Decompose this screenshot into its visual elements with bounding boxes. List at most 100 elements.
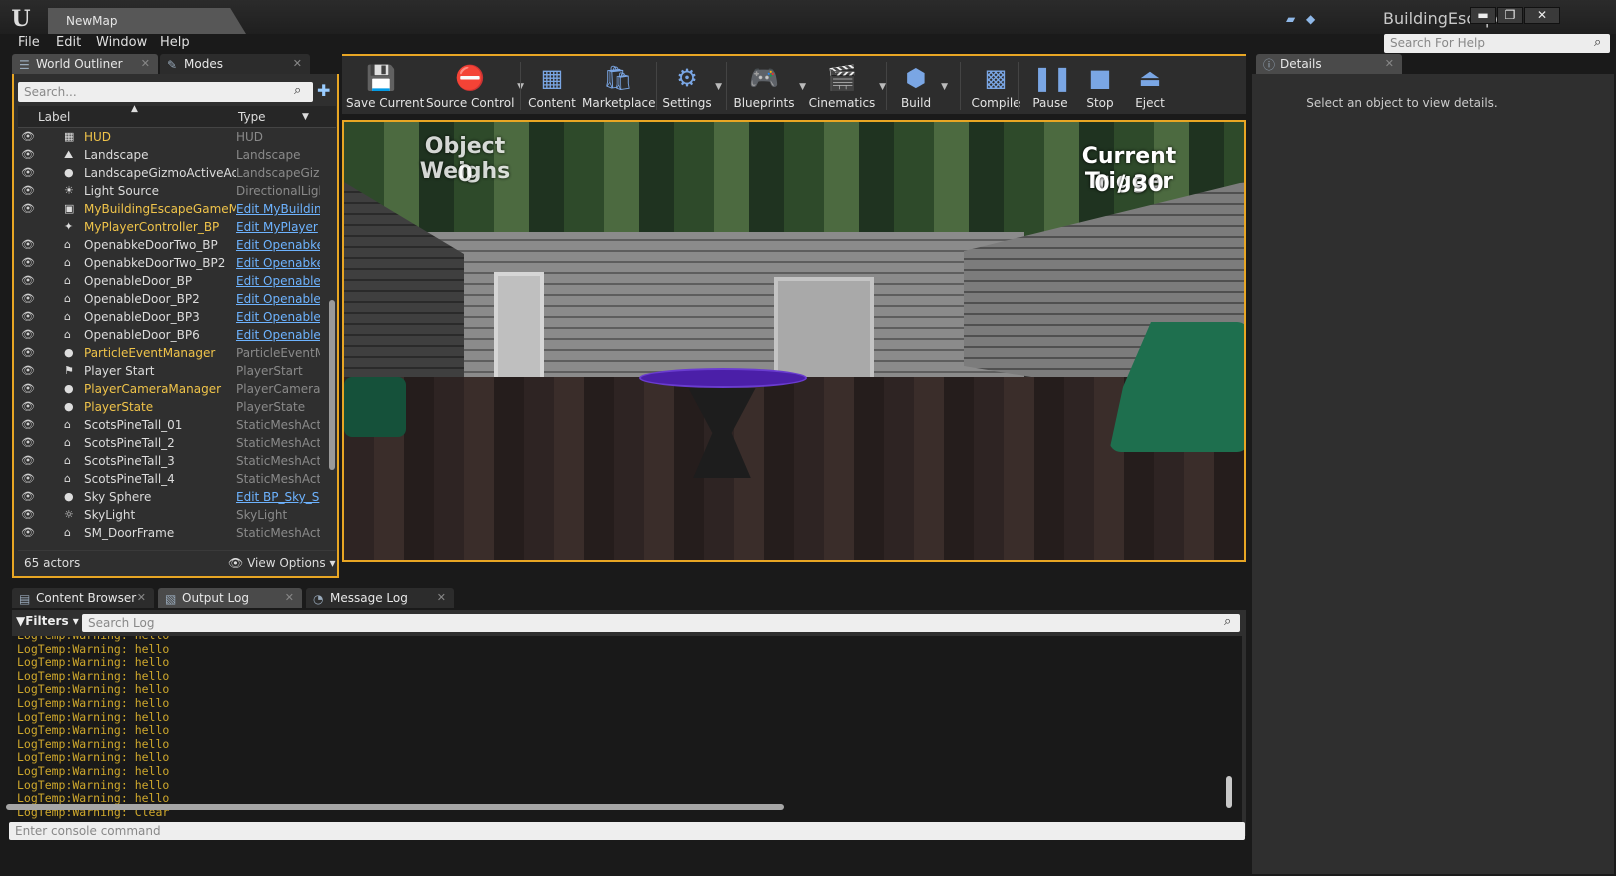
outliner-row[interactable]: 👁 ● Sky Sphere Edit BP_Sky_S [18, 488, 322, 506]
search-icon[interactable]: ⌕ [1594, 35, 1601, 50]
outliner-row[interactable]: 👁 ☼ SkyLight SkyLight [18, 506, 322, 524]
chat-icon[interactable]: ▰ [1286, 12, 1302, 26]
visibility-eye-icon[interactable]: 👁 [21, 434, 39, 452]
tab-world-outliner[interactable]: ☰ World Outliner ✕ [12, 54, 158, 74]
restore-button[interactable]: ❐ [1497, 7, 1523, 24]
marketplace-button[interactable]: 🛍 Marketplace [582, 58, 656, 114]
close-icon[interactable]: ✕ [137, 588, 146, 608]
level-viewport[interactable]: Object Weighs 0 Current Trigger 0 / 30 [342, 120, 1246, 562]
visibility-eye-icon[interactable]: 👁 [21, 164, 39, 182]
edit-blueprint-link[interactable]: Edit BP_Sky_S [236, 488, 320, 506]
visibility-eye-icon[interactable]: 👁 [21, 254, 39, 272]
close-window-button[interactable]: ✕ [1524, 7, 1560, 24]
outliner-row[interactable]: 👁 ● LandscapeGizmoActiveActorLandscapeGizm [18, 164, 322, 182]
edit-blueprint-link[interactable]: Edit Openabke [236, 254, 320, 272]
cinematics-button[interactable]: 🎬 Cinematics ▼ [808, 58, 886, 114]
save-current-button[interactable]: 💾 Save Current [346, 58, 424, 114]
outliner-row[interactable]: 👁 ⌂ ScotsPineTall_3 StaticMeshActo [18, 452, 322, 470]
tab-modes[interactable]: ✎ Modes ✕ [160, 54, 310, 74]
tab-message-log[interactable]: ◔ Message Log ✕ [306, 588, 454, 608]
close-icon[interactable]: ✕ [437, 588, 446, 608]
chevron-down-icon[interactable]: ▼ [715, 82, 722, 92]
outliner-row[interactable]: 👁 ⌂ OpenabkeDoorTwo_BP Edit Openabke [18, 236, 322, 254]
visibility-eye-icon[interactable]: 👁 [21, 236, 39, 254]
tab-output-log[interactable]: ▧ Output Log ✕ [158, 588, 302, 608]
tab-content-browser[interactable]: ▤ Content Browser ✕ [12, 588, 154, 608]
unreal-logo-icon[interactable]: U [8, 6, 34, 32]
outliner-row[interactable]: 👁 ● PlayerCameraManager PlayerCameraM [18, 380, 322, 398]
visibility-eye-icon[interactable]: 👁 [21, 398, 39, 416]
outliner-row[interactable]: 👁 ⌂ ScotsPineTall_01 StaticMeshActo [18, 416, 322, 434]
edit-blueprint-link[interactable]: Edit Openable [236, 272, 320, 290]
visibility-eye-icon[interactable]: 👁 [21, 470, 39, 488]
chevron-down-icon[interactable]: ▼ [879, 82, 886, 92]
log-output[interactable]: LogTemp:Warning: hello LogTemp:Warning: h… [12, 636, 1242, 826]
visibility-eye-icon[interactable]: 👁 [21, 128, 39, 146]
outliner-row[interactable]: 👁 ⌂ OpenableDoor_BP Edit Openable [18, 272, 322, 290]
menu-help[interactable]: Help [160, 35, 190, 50]
visibility-eye-icon[interactable]: 👁 [21, 308, 39, 326]
pause-button[interactable]: ❚❚ Pause [1030, 58, 1072, 114]
outliner-row[interactable]: 👁 ▣ MyBuildingEscapeGameModeEdit MyBuildin [18, 200, 322, 218]
outliner-row[interactable]: 👁 ● PlayerState PlayerState [18, 398, 322, 416]
edit-blueprint-link[interactable]: Edit Openable [236, 290, 320, 308]
close-icon[interactable]: ✕ [141, 54, 150, 74]
close-icon[interactable]: ✕ [1385, 54, 1394, 74]
edit-blueprint-link[interactable]: Edit MyPlayer [236, 218, 320, 236]
outliner-row[interactable]: 👁 ⌂ ScotsPineTall_2 StaticMeshActo [18, 434, 322, 452]
build-button[interactable]: ⬢ Build ▼ [894, 58, 948, 114]
visibility-eye-icon[interactable]: 👁 [21, 506, 39, 524]
outliner-row[interactable]: 👁✦MyPlayerController_BPEdit MyPlayer [18, 218, 322, 236]
log-vertical-scrollbar[interactable] [1226, 776, 1232, 808]
visibility-eye-icon[interactable]: 👁 [21, 344, 39, 362]
menu-window[interactable]: Window [96, 35, 147, 50]
visibility-eye-icon[interactable]: 👁 [21, 416, 39, 434]
view-options-button[interactable]: 👁 View Options ▾ [228, 556, 336, 570]
filters-dropdown[interactable]: ▼Filters ▾ [16, 614, 79, 628]
visibility-eye-icon[interactable]: 👁 [21, 452, 39, 470]
log-horizontal-scrollbar[interactable] [6, 804, 784, 810]
visibility-eye-icon[interactable]: 👁 [21, 200, 39, 218]
edit-blueprint-link[interactable]: Edit Openable [236, 308, 320, 326]
visibility-eye-icon[interactable]: 👁 [21, 488, 39, 506]
chevron-down-icon[interactable]: ▼ [799, 82, 806, 92]
chevron-down-icon[interactable]: ▼ [302, 112, 309, 122]
outliner-row[interactable]: 👁 ⌂ OpenabkeDoorTwo_BP2 Edit Openabke [18, 254, 322, 272]
stop-button[interactable]: ■ Stop [1080, 58, 1120, 114]
outliner-row[interactable]: 👁 ⌂ OpenableDoor_BP2 Edit Openable [18, 290, 322, 308]
help-search-input[interactable]: Search For Help [1384, 34, 1610, 53]
outliner-row[interactable]: 👁 ⌂ OpenableDoor_BP3 Edit Openable [18, 308, 322, 326]
menu-edit[interactable]: Edit [56, 35, 81, 50]
outliner-row[interactable]: 👁 ⌂ OpenableDoor_BP6 Edit Openable [18, 326, 322, 344]
close-icon[interactable]: ✕ [285, 588, 294, 608]
column-type-header[interactable]: Type [238, 110, 266, 124]
chevron-down-icon[interactable]: ▼ [941, 82, 948, 92]
outliner-row[interactable]: 👁 ● ParticleEventManager ParticleEventMa [18, 344, 322, 362]
search-icon[interactable]: ⌕ [294, 83, 301, 98]
outliner-row[interactable]: 👁 ▦ HUD HUD [18, 128, 322, 146]
outliner-row[interactable]: 👁 ⌂ ScotsPineTall_4 StaticMeshActo [18, 470, 322, 488]
eject-button[interactable]: ⏏ Eject [1130, 58, 1170, 114]
learn-icon[interactable]: ◆ [1306, 12, 1322, 26]
compile-button[interactable]: ▩ Compile [968, 58, 1024, 114]
search-icon[interactable]: ⌕ [1224, 614, 1231, 629]
visibility-eye-icon[interactable]: 👁 [21, 362, 39, 380]
console-command-input[interactable]: Enter console command [9, 822, 1245, 840]
content-button[interactable]: ▦ Content [528, 58, 576, 114]
outliner-row[interactable]: 👁 ⛰ Landscape Landscape [18, 146, 322, 164]
menu-file[interactable]: File [18, 35, 40, 50]
outliner-row[interactable]: 👁 ☀ Light Source DirectionalLigh [18, 182, 322, 200]
visibility-eye-icon[interactable]: 👁 [21, 272, 39, 290]
outliner-search-input[interactable]: Search... [18, 82, 313, 102]
visibility-eye-icon[interactable]: 👁 [21, 326, 39, 344]
settings-button[interactable]: ⚙ Settings ▼ [662, 58, 722, 114]
minimize-button[interactable]: ▬ [1470, 7, 1496, 24]
outliner-row[interactable]: 👁 ⌂ SM_DoorFrame StaticMeshActo [18, 524, 322, 542]
visibility-eye-icon[interactable]: 👁 [21, 290, 39, 308]
visibility-eye-icon[interactable]: 👁 [21, 524, 39, 542]
column-label-header[interactable]: Label [38, 110, 70, 124]
outliner-scrollbar[interactable] [329, 300, 335, 470]
close-icon[interactable]: ✕ [293, 54, 302, 74]
map-tab[interactable]: NewMap [48, 8, 246, 34]
visibility-eye-icon[interactable]: 👁 [21, 380, 39, 398]
